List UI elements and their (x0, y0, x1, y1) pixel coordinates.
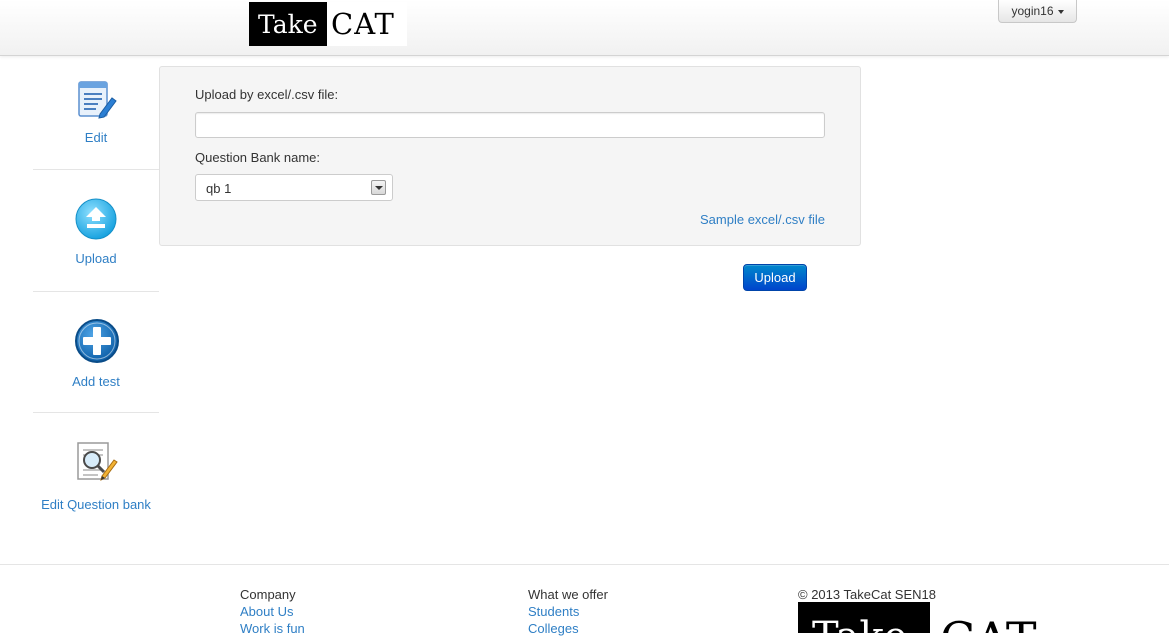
footer-offer-column: What we offer Students Colleges (528, 586, 608, 637)
dropdown-arrow-icon (371, 180, 386, 195)
sidebar-item-edit[interactable]: Edit (33, 58, 159, 169)
footer-copyright: © 2013 TakeCat SEN18 (798, 587, 936, 602)
file-field-label: Upload by excel/.csv file: (195, 87, 339, 102)
sidebar-item-label: Edit (84, 130, 108, 145)
brand-logo-cat: CAT (327, 2, 407, 46)
footer-copyright-column: © 2013 TakeCat SEN18 (798, 586, 936, 603)
top-navbar: Take CAT yogin16 (0, 0, 1169, 56)
question-bank-selected-value: qb 1 (206, 181, 232, 196)
user-menu-button[interactable]: yogin16 (998, 0, 1077, 23)
footer-company-heading: Company (240, 587, 296, 602)
add-circle-icon (74, 318, 119, 363)
footer-logo-cat: CAT (930, 602, 1058, 633)
upload-button[interactable]: Upload (743, 264, 807, 291)
sidebar-item-label: Edit Question bank (41, 497, 151, 512)
footer-link-colleges[interactable]: Colleges (528, 620, 608, 637)
magnifier-document-icon (74, 440, 118, 484)
footer-link-students[interactable]: Students (528, 603, 608, 620)
sidebar-item-add-test[interactable]: Add test (33, 292, 159, 412)
upload-form-panel: Upload by excel/.csv file: Question Bank… (159, 66, 861, 246)
user-menu-label: yogin16 (1011, 4, 1054, 18)
brand-logo[interactable]: Take CAT (249, 2, 407, 46)
footer-link-about-us[interactable]: About Us (240, 603, 305, 620)
sidebar-item-edit-question-bank[interactable]: Edit Question bank (33, 413, 159, 523)
footer-link-work-is-fun[interactable]: Work is fun (240, 620, 305, 637)
question-bank-field-label: Question Bank name: (195, 150, 321, 165)
sidebar-item-label: Add test (72, 374, 120, 389)
file-upload-input[interactable] (195, 112, 825, 138)
footer-company-column: Company About Us Work is fun (240, 586, 305, 637)
footer-offer-heading: What we offer (528, 587, 608, 602)
footer-logo: Take CAT (798, 602, 1058, 633)
footer-logo-take: Take (798, 602, 930, 633)
footer: Company About Us Work is fun What we off… (0, 564, 1169, 636)
sample-file-link[interactable]: Sample excel/.csv file (700, 212, 825, 227)
brand-logo-take: Take (249, 2, 327, 46)
sidebar-item-upload[interactable]: Upload (33, 170, 159, 291)
caret-down-icon (1057, 9, 1064, 14)
upload-circle-icon (74, 197, 118, 241)
edit-document-icon (74, 78, 118, 122)
question-bank-select[interactable]: qb 1 (195, 174, 393, 201)
sidebar-item-label: Upload (75, 251, 117, 266)
